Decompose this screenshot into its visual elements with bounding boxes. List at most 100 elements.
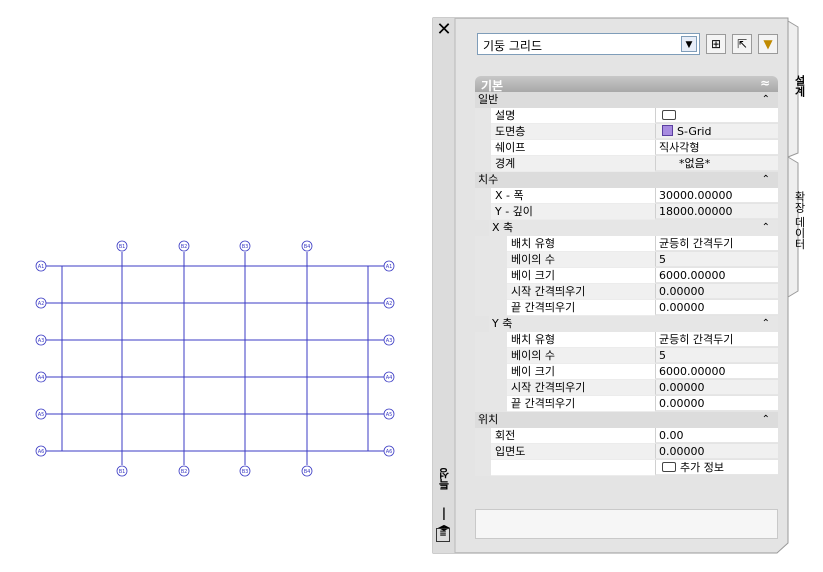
property-value[interactable]: [655, 108, 778, 123]
grid-bubble[interactable]: B4: [301, 465, 313, 477]
quick-select-button[interactable]: ⇱: [732, 34, 752, 54]
property-row[interactable]: 베이의 수 5: [475, 348, 778, 364]
property-row[interactable]: 시작 간격띄우기 0.00000: [475, 380, 778, 396]
grid-bubble[interactable]: A5: [35, 408, 47, 420]
property-row[interactable]: 시작 간격띄우기 0.00000: [475, 284, 778, 300]
select-objects-button[interactable]: ⊞: [706, 34, 726, 54]
property-value[interactable]: 0.00: [655, 428, 778, 443]
property-value[interactable]: 6000.00000: [655, 268, 778, 283]
grid-bubble-label: A6: [38, 449, 45, 455]
property-value[interactable]: 18000.00000: [655, 204, 778, 219]
row-indent: [475, 204, 491, 220]
collapse-chevron-icon[interactable]: ⌃: [762, 316, 770, 332]
row-indent: [475, 140, 491, 156]
property-value[interactable]: S-Grid: [655, 124, 778, 139]
grid-bubble[interactable]: A2: [383, 297, 395, 309]
section-header-basic[interactable]: 기본 ≈: [475, 76, 778, 93]
tab-extended-data[interactable]: 확장 데이터: [791, 191, 807, 250]
grid-bubble[interactable]: A5: [383, 408, 395, 420]
property-value[interactable]: 추가 정보: [655, 460, 778, 475]
column-grid[interactable]: [46, 252, 384, 465]
grid-bubble[interactable]: A4: [35, 371, 47, 383]
property-row[interactable]: 경계 *없음*: [475, 156, 778, 172]
grid-bubble-label: A2: [386, 301, 393, 307]
filter-button[interactable]: ▼: [758, 34, 778, 54]
grid-bubble-label: B3: [242, 469, 249, 475]
property-row[interactable]: 끝 간격띄우기 0.00000: [475, 300, 778, 316]
property-row[interactable]: 쉐이프 직사각형: [475, 140, 778, 156]
category-palette-categories-1-subs-1[interactable]: Y 축 ⌃: [489, 316, 778, 332]
property-value[interactable]: 직사각형: [655, 140, 778, 155]
row-indent: [475, 236, 507, 252]
grid-bubble-label: A1: [38, 264, 45, 270]
grid-bubble-label: B1: [119, 244, 126, 250]
grid-bubble[interactable]: B2: [178, 240, 190, 252]
grid-bubble-label: A2: [38, 301, 45, 307]
grid-bubble[interactable]: A6: [35, 445, 47, 457]
property-row[interactable]: 배치 유형 균등히 간격두기: [475, 236, 778, 252]
collapse-chevron-icon[interactable]: ⌃: [762, 172, 770, 188]
grid-bubble-label: B4: [304, 244, 311, 250]
grid-bubble[interactable]: B4: [301, 240, 313, 252]
grid-bubble[interactable]: A1: [35, 260, 47, 272]
property-value[interactable]: *없음*: [655, 156, 778, 171]
grid-bubble[interactable]: B3: [239, 465, 251, 477]
property-row[interactable]: X - 폭 30000.00000: [475, 188, 778, 204]
grid-bubble[interactable]: A2: [35, 297, 47, 309]
style-select[interactable]: 기둥 그리드 ▼: [477, 33, 700, 55]
drawing-canvas[interactable]: A1 A1 A2 A2 A3 A3 A4 A4 A5 A5 A6 A6 B1 B1 B2 B2 B3 B3 B4 B4: [0, 0, 430, 572]
grid-bubble[interactable]: B2: [178, 465, 190, 477]
collapse-icon[interactable]: ≈: [760, 76, 770, 90]
property-value[interactable]: 균등히 간격두기: [655, 332, 778, 347]
property-value[interactable]: 6000.00000: [655, 364, 778, 379]
chevron-down-icon[interactable]: ▼: [681, 36, 697, 52]
grid-bubble[interactable]: B1: [116, 465, 128, 477]
property-row[interactable]: 끝 간격띄우기 0.00000: [475, 396, 778, 412]
property-row[interactable]: 베이의 수 5: [475, 252, 778, 268]
grid-bubble[interactable]: A6: [383, 445, 395, 457]
category-palette-categories-1-subs-0[interactable]: X 축 ⌃: [489, 220, 778, 236]
row-indent: [475, 268, 507, 284]
property-row[interactable]: 회전 0.00: [475, 428, 778, 444]
close-palette-button[interactable]: ✕: [435, 21, 453, 39]
property-value[interactable]: 5: [655, 252, 778, 267]
grid-bubble[interactable]: A3: [35, 334, 47, 346]
grid-bubble[interactable]: B3: [239, 240, 251, 252]
category-palette-categories-0[interactable]: 일반 ⌃: [475, 92, 778, 108]
grid-bubble[interactable]: A1: [383, 260, 395, 272]
property-value[interactable]: 30000.00000: [655, 188, 778, 203]
grid-bubble-label: A1: [386, 264, 393, 270]
property-row[interactable]: 베이 크기 6000.00000: [475, 268, 778, 284]
property-row[interactable]: 설명: [475, 108, 778, 124]
property-value-text: 0.00000: [659, 381, 705, 394]
property-row[interactable]: 베이 크기 6000.00000: [475, 364, 778, 380]
property-value[interactable]: 0.00000: [655, 300, 778, 315]
collapse-chevron-icon[interactable]: ⌃: [762, 92, 770, 108]
grid-bubble[interactable]: A4: [383, 371, 395, 383]
palette-menu-button[interactable]: ≡: [436, 528, 450, 542]
grid-bubble[interactable]: B1: [116, 240, 128, 252]
property-value[interactable]: 0.00000: [655, 284, 778, 299]
category-palette-categories-1[interactable]: 치수 ⌃: [475, 172, 778, 188]
grid-bubble-label: A3: [386, 338, 393, 344]
row-indent: [475, 428, 491, 444]
category-palette-categories-2[interactable]: 위치 ⌃: [475, 412, 778, 428]
collapse-chevron-icon[interactable]: ⌃: [762, 220, 770, 236]
property-value[interactable]: 0.00000: [655, 444, 778, 459]
property-value[interactable]: 0.00000: [655, 380, 778, 395]
property-row[interactable]: 추가 정보: [475, 460, 778, 476]
property-value[interactable]: 5: [655, 348, 778, 363]
property-value[interactable]: 균등히 간격두기: [655, 236, 778, 251]
property-row[interactable]: 도면층 S-Grid: [475, 124, 778, 140]
tab-design[interactable]: 설계: [791, 75, 807, 97]
property-value[interactable]: 0.00000: [655, 396, 778, 411]
property-row[interactable]: 배치 유형 균등히 간격두기: [475, 332, 778, 348]
auto-hide-button[interactable]: |◂▸: [436, 506, 452, 534]
row-indent: [475, 156, 491, 172]
grid-bubble[interactable]: A3: [383, 334, 395, 346]
property-row[interactable]: 입면도 0.00000: [475, 444, 778, 460]
row-indent: [475, 460, 491, 476]
properties-palette: ✕ 설계 확장 데이터 특성 |◂▸ ≡ 기둥 그리드 ▼ ⊞ ⇱ ▼ 기본 ≈…: [432, 17, 806, 554]
collapse-chevron-icon[interactable]: ⌃: [762, 412, 770, 428]
property-row[interactable]: Y - 깊이 18000.00000: [475, 204, 778, 220]
